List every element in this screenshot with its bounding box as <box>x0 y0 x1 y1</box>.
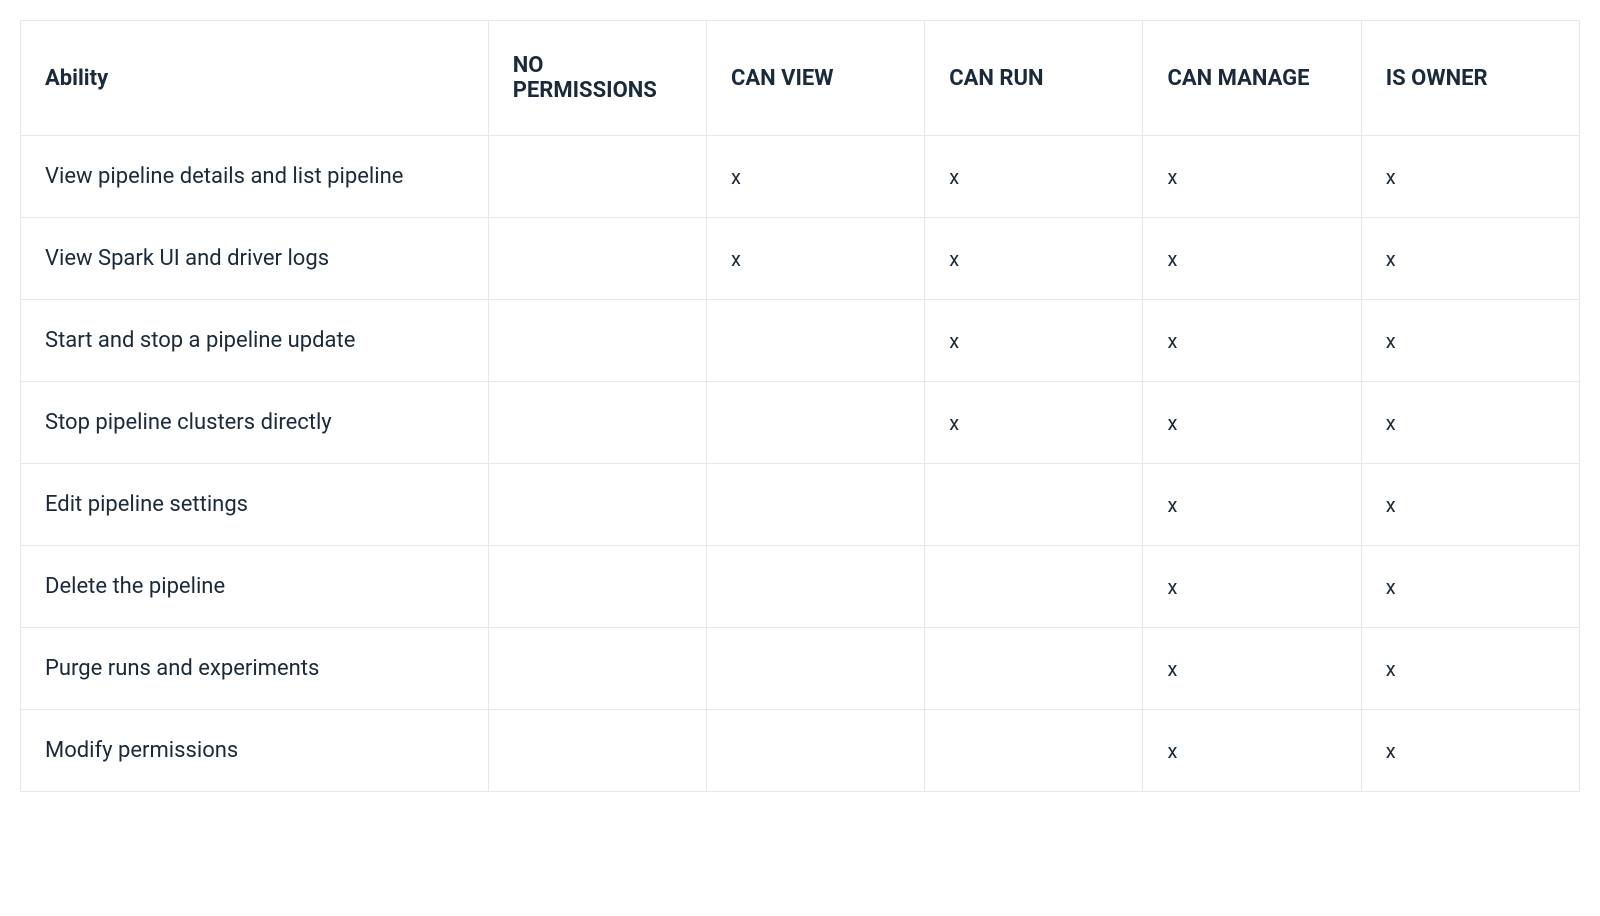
can-view-cell <box>706 464 924 546</box>
is-owner-cell: x <box>1361 710 1579 792</box>
header-can-manage: CAN MANAGE <box>1143 21 1361 136</box>
can-view-cell <box>706 628 924 710</box>
permissions-table: Ability NO PERMISSIONS CAN VIEW CAN RUN … <box>20 20 1580 792</box>
can-view-cell <box>706 546 924 628</box>
table-row: Delete the pipeline xx <box>21 546 1580 628</box>
can-run-cell: x <box>925 382 1143 464</box>
no-permissions-cell <box>488 628 706 710</box>
table-row: Start and stop a pipeline updatexxx <box>21 300 1580 382</box>
header-no-permissions: NO PERMISSIONS <box>488 21 706 136</box>
table-row: View Spark UI and driver logsxxxx <box>21 218 1580 300</box>
can-manage-cell: x <box>1143 546 1361 628</box>
is-owner-cell: x <box>1361 136 1579 218</box>
header-ability: Ability <box>21 21 489 136</box>
table-row: Purge runs and experiments xx <box>21 628 1580 710</box>
table-row: Modify permissions xx <box>21 710 1580 792</box>
can-view-cell: x <box>706 218 924 300</box>
ability-cell: Edit pipeline settings <box>21 464 489 546</box>
ability-cell: Delete the pipeline <box>21 546 489 628</box>
can-run-cell: x <box>925 136 1143 218</box>
can-view-cell <box>706 382 924 464</box>
table-row: View pipeline details and list pipeline x… <box>21 136 1580 218</box>
can-run-cell <box>925 628 1143 710</box>
table-row: Stop pipeline clusters directlyxxx <box>21 382 1580 464</box>
can-view-cell <box>706 300 924 382</box>
header-can-run: CAN RUN <box>925 21 1143 136</box>
no-permissions-cell <box>488 136 706 218</box>
can-manage-cell: x <box>1143 136 1361 218</box>
is-owner-cell: x <box>1361 464 1579 546</box>
no-permissions-cell <box>488 382 706 464</box>
no-permissions-cell <box>488 546 706 628</box>
header-is-owner: IS OWNER <box>1361 21 1579 136</box>
ability-cell: View pipeline details and list pipeline <box>21 136 489 218</box>
table-header-row: Ability NO PERMISSIONS CAN VIEW CAN RUN … <box>21 21 1580 136</box>
can-run-cell: x <box>925 218 1143 300</box>
can-view-cell: x <box>706 136 924 218</box>
can-run-cell: x <box>925 300 1143 382</box>
can-manage-cell: x <box>1143 710 1361 792</box>
can-manage-cell: x <box>1143 628 1361 710</box>
is-owner-cell: x <box>1361 218 1579 300</box>
can-manage-cell: x <box>1143 382 1361 464</box>
no-permissions-cell <box>488 710 706 792</box>
can-run-cell <box>925 464 1143 546</box>
can-manage-cell: x <box>1143 300 1361 382</box>
no-permissions-cell <box>488 218 706 300</box>
ability-cell: Stop pipeline clusters directly <box>21 382 489 464</box>
can-manage-cell: x <box>1143 464 1361 546</box>
table-row: Edit pipeline settings xx <box>21 464 1580 546</box>
can-view-cell <box>706 710 924 792</box>
ability-cell: Modify permissions <box>21 710 489 792</box>
can-run-cell <box>925 710 1143 792</box>
is-owner-cell: x <box>1361 382 1579 464</box>
is-owner-cell: x <box>1361 300 1579 382</box>
no-permissions-cell <box>488 300 706 382</box>
ability-cell: Purge runs and experiments <box>21 628 489 710</box>
table-body: View pipeline details and list pipeline x… <box>21 136 1580 792</box>
header-can-view: CAN VIEW <box>706 21 924 136</box>
is-owner-cell: x <box>1361 628 1579 710</box>
can-manage-cell: x <box>1143 218 1361 300</box>
is-owner-cell: x <box>1361 546 1579 628</box>
ability-cell: Start and stop a pipeline update <box>21 300 489 382</box>
can-run-cell <box>925 546 1143 628</box>
ability-cell: View Spark UI and driver logs <box>21 218 489 300</box>
no-permissions-cell <box>488 464 706 546</box>
